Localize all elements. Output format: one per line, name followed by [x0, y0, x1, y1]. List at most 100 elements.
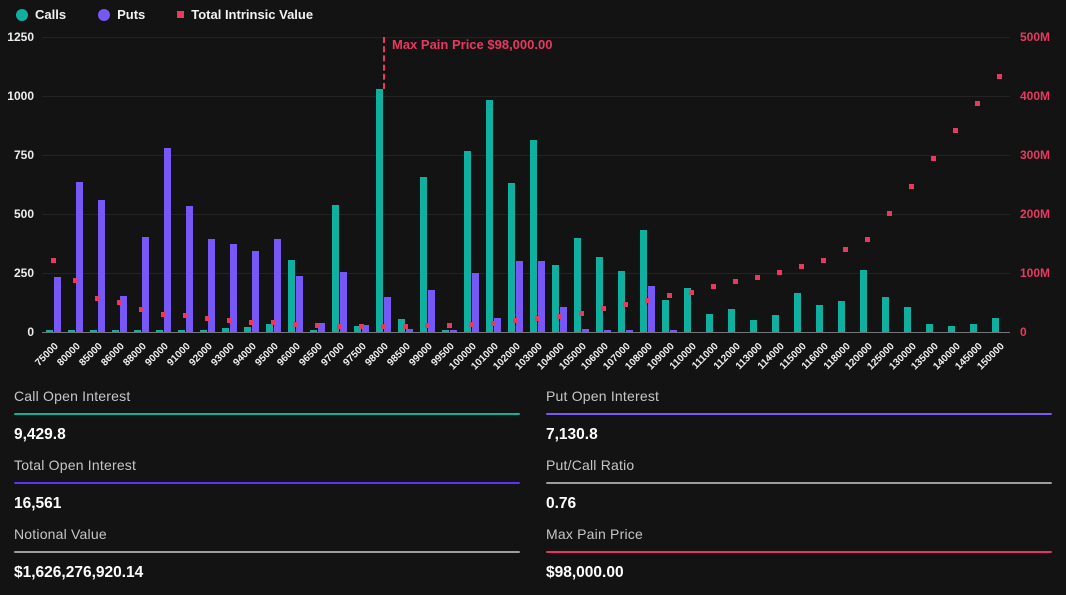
intrinsic-dot[interactable]	[733, 279, 738, 284]
calls-bar[interactable]	[948, 326, 955, 332]
intrinsic-dot[interactable]	[645, 298, 650, 303]
calls-bar[interactable]	[90, 330, 97, 332]
calls-bar[interactable]	[860, 270, 867, 332]
calls-bar[interactable]	[926, 324, 933, 332]
puts-bar[interactable]	[274, 239, 281, 332]
intrinsic-dot[interactable]	[909, 184, 914, 189]
calls-bar[interactable]	[552, 265, 559, 332]
intrinsic-dot[interactable]	[623, 302, 628, 307]
intrinsic-dot[interactable]	[403, 324, 408, 329]
intrinsic-dot[interactable]	[667, 293, 672, 298]
calls-bar[interactable]	[46, 330, 53, 332]
puts-bar[interactable]	[538, 261, 545, 333]
calls-bar[interactable]	[244, 327, 251, 332]
intrinsic-dot[interactable]	[425, 323, 430, 328]
intrinsic-dot[interactable]	[755, 275, 760, 280]
puts-bar[interactable]	[98, 200, 105, 332]
intrinsic-dot[interactable]	[161, 312, 166, 317]
calls-bar[interactable]	[68, 330, 75, 332]
puts-bar[interactable]	[142, 237, 149, 332]
calls-bar[interactable]	[882, 297, 889, 332]
intrinsic-dot[interactable]	[821, 258, 826, 263]
intrinsic-dot[interactable]	[953, 128, 958, 133]
intrinsic-dot[interactable]	[183, 313, 188, 318]
legend-item-calls[interactable]: Calls	[16, 7, 66, 22]
intrinsic-dot[interactable]	[931, 156, 936, 161]
intrinsic-dot[interactable]	[315, 323, 320, 328]
calls-bar[interactable]	[970, 324, 977, 332]
puts-bar[interactable]	[164, 148, 171, 332]
calls-bar[interactable]	[464, 151, 471, 332]
intrinsic-dot[interactable]	[293, 322, 298, 327]
intrinsic-dot[interactable]	[491, 321, 496, 326]
calls-bar[interactable]	[442, 330, 449, 332]
intrinsic-dot[interactable]	[95, 296, 100, 301]
calls-bar[interactable]	[156, 330, 163, 332]
intrinsic-dot[interactable]	[557, 314, 562, 319]
calls-bar[interactable]	[596, 257, 603, 332]
intrinsic-dot[interactable]	[359, 324, 364, 329]
intrinsic-dot[interactable]	[579, 311, 584, 316]
intrinsic-dot[interactable]	[205, 316, 210, 321]
intrinsic-dot[interactable]	[139, 307, 144, 312]
calls-bar[interactable]	[266, 324, 273, 332]
calls-bar[interactable]	[662, 300, 669, 332]
intrinsic-dot[interactable]	[513, 318, 518, 323]
legend-item-puts[interactable]: Puts	[98, 7, 145, 22]
intrinsic-dot[interactable]	[711, 284, 716, 289]
calls-bar[interactable]	[728, 309, 735, 332]
intrinsic-dot[interactable]	[381, 324, 386, 329]
intrinsic-dot[interactable]	[117, 300, 122, 305]
intrinsic-dot[interactable]	[975, 101, 980, 106]
intrinsic-dot[interactable]	[73, 278, 78, 283]
intrinsic-dot[interactable]	[51, 258, 56, 263]
intrinsic-dot[interactable]	[843, 247, 848, 252]
puts-bar[interactable]	[626, 330, 633, 332]
puts-bar[interactable]	[406, 329, 413, 332]
calls-bar[interactable]	[508, 183, 515, 332]
intrinsic-dot[interactable]	[227, 318, 232, 323]
calls-bar[interactable]	[376, 89, 383, 332]
calls-bar[interactable]	[640, 230, 647, 332]
puts-bar[interactable]	[604, 330, 611, 332]
calls-bar[interactable]	[816, 305, 823, 332]
intrinsic-dot[interactable]	[799, 264, 804, 269]
intrinsic-dot[interactable]	[997, 74, 1002, 79]
intrinsic-dot[interactable]	[535, 316, 540, 321]
intrinsic-dot[interactable]	[689, 290, 694, 295]
calls-bar[interactable]	[288, 260, 295, 332]
puts-bar[interactable]	[670, 330, 677, 332]
calls-bar[interactable]	[750, 320, 757, 332]
puts-bar[interactable]	[560, 307, 567, 332]
calls-bar[interactable]	[530, 140, 537, 332]
calls-bar[interactable]	[178, 330, 185, 332]
puts-bar[interactable]	[648, 286, 655, 332]
intrinsic-dot[interactable]	[469, 322, 474, 327]
calls-bar[interactable]	[134, 330, 141, 332]
calls-bar[interactable]	[200, 330, 207, 332]
intrinsic-dot[interactable]	[447, 323, 452, 328]
intrinsic-dot[interactable]	[777, 270, 782, 275]
intrinsic-dot[interactable]	[865, 237, 870, 242]
calls-bar[interactable]	[992, 318, 999, 332]
puts-bar[interactable]	[76, 182, 83, 332]
calls-bar[interactable]	[332, 205, 339, 332]
legend-item-intrinsic[interactable]: Total Intrinsic Value	[177, 7, 313, 22]
intrinsic-dot[interactable]	[271, 320, 276, 325]
intrinsic-dot[interactable]	[337, 324, 342, 329]
calls-bar[interactable]	[420, 177, 427, 332]
calls-bar[interactable]	[222, 328, 229, 332]
calls-bar[interactable]	[838, 301, 845, 332]
calls-bar[interactable]	[574, 238, 581, 332]
intrinsic-dot[interactable]	[601, 306, 606, 311]
intrinsic-dot[interactable]	[249, 320, 254, 325]
calls-bar[interactable]	[794, 293, 801, 332]
intrinsic-dot[interactable]	[887, 211, 892, 216]
calls-bar[interactable]	[112, 330, 119, 332]
puts-bar[interactable]	[582, 329, 589, 332]
puts-bar[interactable]	[450, 330, 457, 332]
calls-bar[interactable]	[772, 315, 779, 332]
calls-bar[interactable]	[706, 314, 713, 332]
calls-bar[interactable]	[310, 330, 317, 332]
calls-bar[interactable]	[486, 100, 493, 332]
